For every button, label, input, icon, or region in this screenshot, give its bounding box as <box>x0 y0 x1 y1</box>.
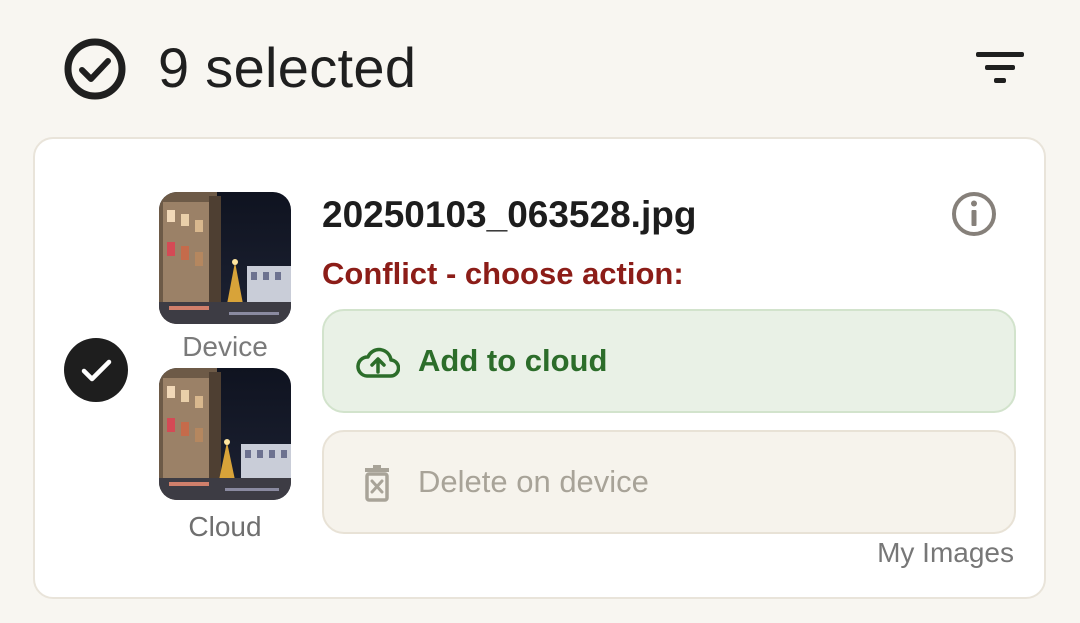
delete-on-device-label: Delete on device <box>418 464 649 499</box>
device-label: Device <box>182 331 268 362</box>
add-to-cloud-button[interactable]: Add to cloud <box>322 309 1016 413</box>
selection-header: 9 selected <box>0 0 1080 136</box>
delete-icon <box>365 465 389 502</box>
info-circle-icon[interactable] <box>949 189 999 239</box>
folder-name: My Images <box>877 537 1014 568</box>
check-circle-filled-icon[interactable] <box>64 338 128 402</box>
delete-on-device-button[interactable]: Delete on device <box>322 430 1016 534</box>
filter-icon[interactable] <box>966 40 1036 96</box>
file-conflict-card: Device Cloud 20250103_063528.jpg Conflic… <box>33 137 1046 599</box>
cloud-thumbnail[interactable] <box>159 368 291 500</box>
selection-count: 9 selected <box>158 36 417 99</box>
conflict-status: Conflict - choose action: <box>322 256 684 291</box>
device-thumbnail[interactable] <box>159 192 291 324</box>
cloud-label: Cloud <box>188 511 262 542</box>
check-circle-outline-icon[interactable] <box>63 37 127 101</box>
add-to-cloud-label: Add to cloud <box>418 343 608 378</box>
file-name: 20250103_063528.jpg <box>322 194 697 235</box>
cloud-upload-icon <box>356 347 400 378</box>
